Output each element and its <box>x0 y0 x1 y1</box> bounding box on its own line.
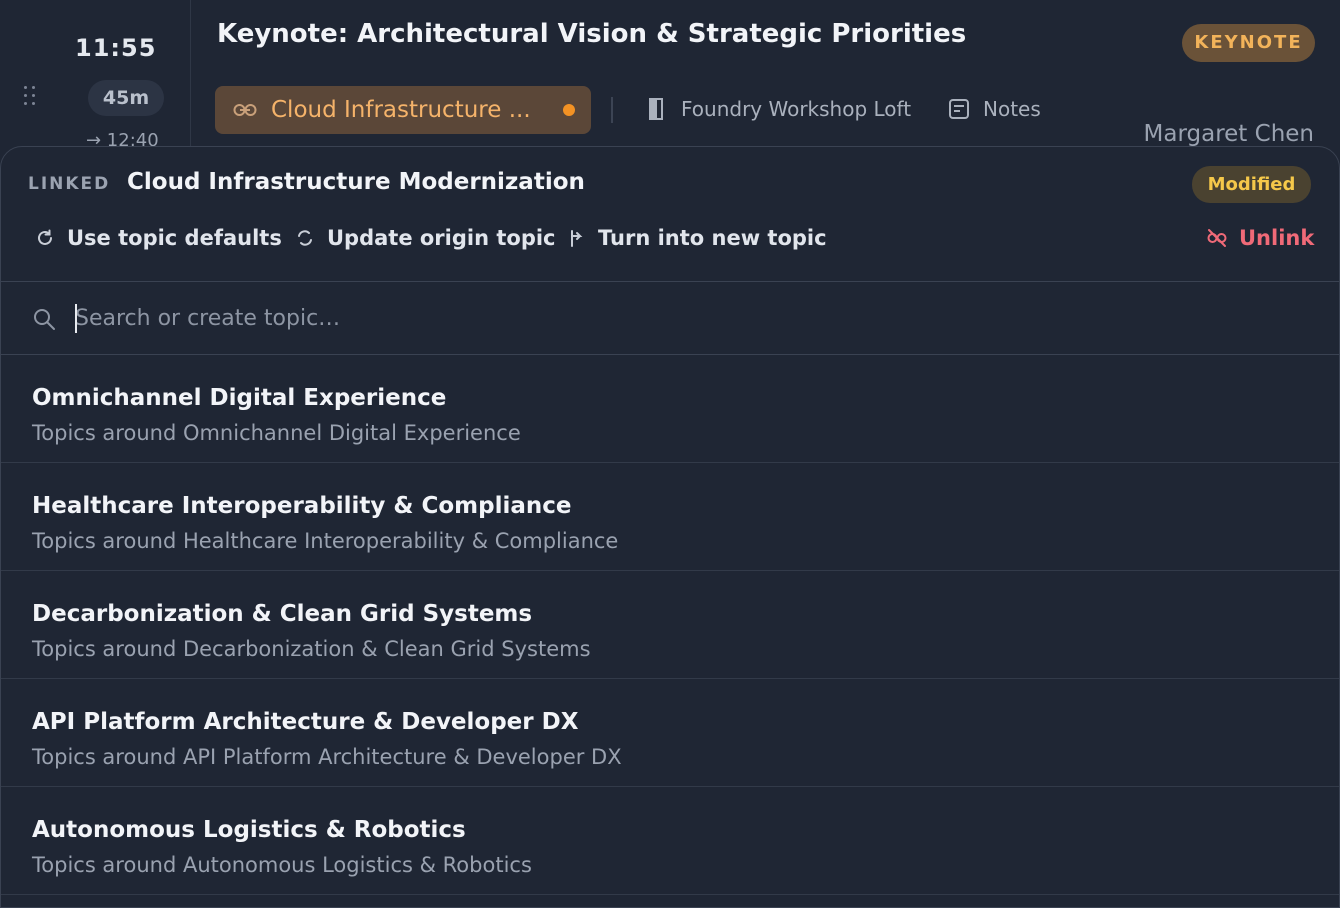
topic-option[interactable]: Autonomous Logistics & Robotics Topics a… <box>1 787 1339 895</box>
door-icon <box>649 98 663 120</box>
unlink-label: Unlink <box>1239 226 1315 250</box>
sync-icon <box>298 230 312 246</box>
update-origin-topic-button[interactable]: Update origin topic <box>295 226 556 250</box>
topic-option-name: API Platform Architecture & Developer DX <box>32 709 579 735</box>
topic-search-bar <box>1 282 1339 355</box>
modified-dot <box>563 104 575 116</box>
use-topic-defaults-button[interactable]: Use topic defaults <box>35 226 282 250</box>
divider <box>611 97 613 123</box>
search-icon <box>34 309 55 330</box>
topic-option[interactable]: Omnichannel Digital Experience Topics ar… <box>1 355 1339 463</box>
topic-option[interactable]: Decarbonization & Clean Grid Systems Top… <box>1 571 1339 679</box>
topic-option-name: Autonomous Logistics & Robotics <box>32 817 466 843</box>
branch-icon <box>571 230 583 247</box>
topic-option[interactable]: Healthcare Interoperability & Compliance… <box>1 463 1339 571</box>
topic-option-description: Topics around Decarbonization & Clean Gr… <box>32 637 591 661</box>
room-location[interactable]: Foundry Workshop Loft <box>648 97 911 121</box>
start-time: 11:55 <box>75 34 157 62</box>
use-topic-defaults-label: Use topic defaults <box>67 226 282 250</box>
topic-chip[interactable]: Cloud Infrastructure ... <box>215 86 591 134</box>
speaker-name: Margaret Chen <box>1143 121 1314 147</box>
topic-list: Omnichannel Digital Experience Topics ar… <box>1 355 1339 895</box>
topic-option-name: Omnichannel Digital Experience <box>32 385 447 411</box>
notes-label: Notes <box>983 97 1041 121</box>
topic-option-name: Decarbonization & Clean Grid Systems <box>32 601 533 627</box>
drag-handle-icon[interactable] <box>24 86 38 110</box>
link-icon <box>233 104 257 116</box>
room-label: Foundry Workshop Loft <box>681 97 912 121</box>
topic-chip-label: Cloud Infrastructure ... <box>271 97 531 123</box>
text-caret <box>75 304 77 333</box>
notes-icon <box>949 99 969 119</box>
update-origin-topic-label: Update origin topic <box>327 226 556 250</box>
topic-option-description: Topics around Omnichannel Digital Experi… <box>32 421 521 445</box>
refresh-icon <box>38 229 52 245</box>
unlink-icon <box>1207 229 1227 247</box>
notes-button[interactable]: Notes <box>948 97 1041 121</box>
topic-option-description: Topics around Autonomous Logistics & Rob… <box>32 853 532 877</box>
duration-badge: 45m <box>88 80 164 116</box>
topic-popover: LINKED Cloud Infrastructure Modernizatio… <box>0 146 1340 908</box>
turn-into-new-topic-button[interactable]: Turn into new topic <box>566 226 827 250</box>
topic-search-input[interactable] <box>75 300 1275 336</box>
session-row[interactable]: 11:55 45m → 12:40 Keynote: Architectural… <box>0 0 1340 160</box>
session-title[interactable]: Keynote: Architectural Vision & Strategi… <box>217 19 966 49</box>
topic-option-description: Topics around Healthcare Interoperabilit… <box>32 529 619 553</box>
topic-option-description: Topics around API Platform Architecture … <box>32 745 622 769</box>
time-column: 11:55 45m → 12:40 <box>0 0 191 160</box>
turn-into-new-topic-label: Turn into new topic <box>598 226 827 250</box>
topic-option-name: Healthcare Interoperability & Compliance <box>32 493 572 519</box>
linked-topic-name: Cloud Infrastructure Modernization <box>127 169 585 195</box>
session-type-badge: KEYNOTE <box>1182 24 1315 62</box>
topic-option[interactable]: API Platform Architecture & Developer DX… <box>1 679 1339 787</box>
unlink-button[interactable]: Unlink <box>1207 226 1314 250</box>
modified-badge: Modified <box>1192 166 1311 203</box>
popover-header: LINKED Cloud Infrastructure Modernizatio… <box>1 147 1339 282</box>
linked-label: LINKED <box>28 174 111 194</box>
